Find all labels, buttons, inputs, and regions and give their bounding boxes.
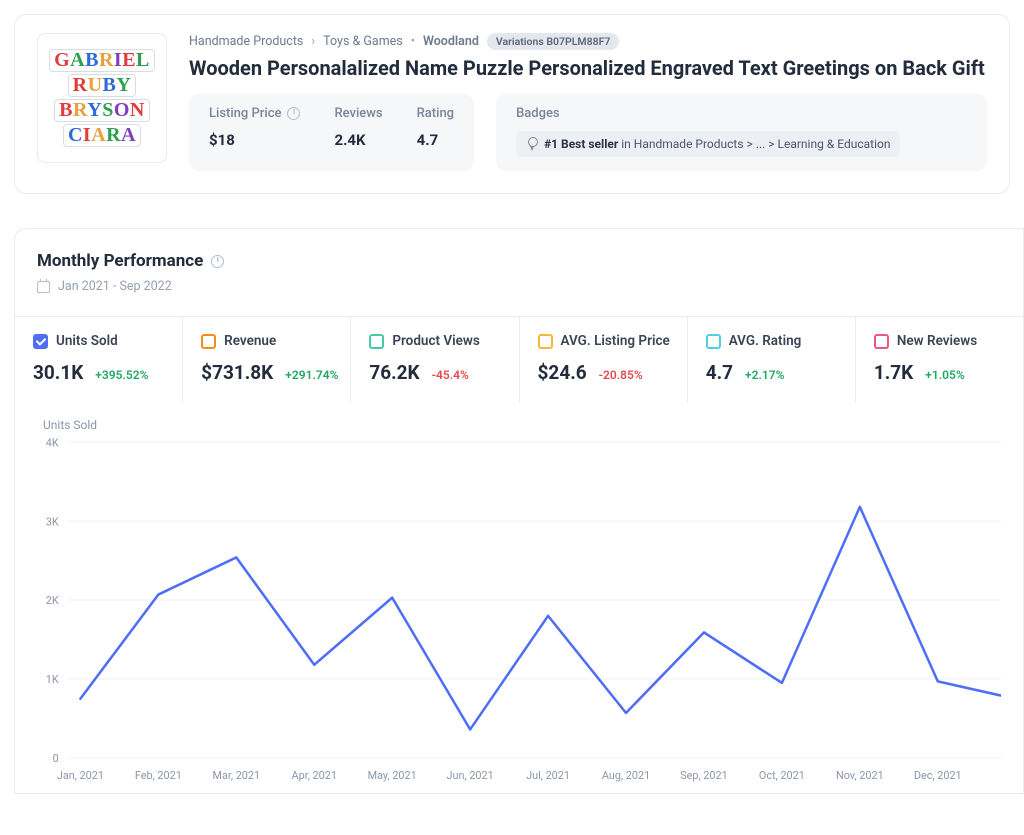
checkbox-icon	[369, 334, 384, 349]
checkbox-icon	[874, 334, 889, 349]
metric-label: AVG. Listing Price	[561, 333, 670, 349]
calendar-icon	[37, 281, 50, 293]
best-seller-badge[interactable]: #1 Best seller in Handmade Products > ..…	[516, 131, 900, 157]
svg-text:0: 0	[53, 752, 59, 765]
checkbox-icon	[538, 334, 553, 349]
variations-badge[interactable]: Variations B07PLM88F7	[487, 33, 619, 50]
svg-text:Dec, 2021: Dec, 2021	[914, 769, 962, 782]
checkbox-icon	[33, 334, 48, 349]
svg-text:Jul, 2021: Jul, 2021	[526, 769, 570, 782]
checkbox-icon	[201, 334, 216, 349]
metric-delta: +291.74%	[285, 368, 338, 382]
badges-box: Badges #1 Best seller in Handmade Produc…	[496, 94, 987, 171]
medal-icon	[526, 137, 538, 151]
metric-delta: +395.52%	[95, 368, 148, 382]
reviews-label: Reviews	[334, 106, 382, 121]
metric-units[interactable]: Units Sold 30.1K +395.52%	[15, 317, 183, 402]
metric-label: AVG. Rating	[729, 333, 802, 349]
metric-label: Units Sold	[56, 333, 118, 349]
svg-text:Oct, 2021: Oct, 2021	[759, 769, 805, 782]
metric-views[interactable]: Product Views 76.2K -45.4%	[351, 317, 519, 402]
svg-text:Jan, 2021: Jan, 2021	[57, 769, 104, 782]
metric-label: New Reviews	[897, 333, 977, 349]
svg-text:May, 2021: May, 2021	[368, 769, 417, 782]
breadcrumb-cat2[interactable]: Toys & Games	[323, 34, 403, 49]
svg-text:Jun, 2021: Jun, 2021	[447, 769, 494, 782]
badges-label: Badges	[516, 106, 900, 121]
breadcrumb-cat1[interactable]: Handmade Products	[189, 34, 303, 49]
units-sold-line-chart: 0 1K 2K 3K 4K Jan, 2021 Feb, 2021 Mar, 2021 Apr,…	[33, 438, 1001, 783]
metric-value: $24.6	[538, 361, 587, 384]
checkbox-icon	[706, 334, 721, 349]
svg-text:3K: 3K	[46, 515, 60, 528]
metric-newrev[interactable]: New Reviews 1.7K +1.05%	[856, 317, 1023, 402]
metric-rating[interactable]: AVG. Rating 4.7 +2.17%	[688, 317, 856, 402]
svg-text:Mar, 2021: Mar, 2021	[212, 769, 260, 782]
metric-rev[interactable]: Revenue $731.8K +291.74%	[183, 317, 351, 402]
metric-delta: -45.4%	[432, 368, 469, 382]
info-icon[interactable]	[287, 107, 300, 120]
svg-text:2K: 2K	[46, 594, 60, 607]
metric-value: 1.7K	[874, 361, 913, 384]
product-header-card: GABRIEL RUBY BRYSON CIARA Handmade Produ…	[14, 14, 1010, 194]
perf-date-range[interactable]: Jan 2021 - Sep 2022	[58, 279, 172, 294]
listing-price-label: Listing Price	[209, 106, 281, 121]
metric-delta: -20.85%	[599, 368, 643, 382]
svg-text:Aug, 2021: Aug, 2021	[602, 769, 650, 782]
metric-value: 76.2K	[369, 361, 419, 384]
breadcrumb: Handmade Products › Toys & Games • Woodl…	[189, 33, 987, 50]
listing-price-value: $18	[209, 131, 300, 149]
metric-price[interactable]: AVG. Listing Price $24.6 -20.85%	[520, 317, 688, 402]
chart-series-label: Units Sold	[43, 418, 1001, 432]
rating-label: Rating	[417, 106, 454, 121]
svg-text:Apr, 2021: Apr, 2021	[292, 769, 337, 782]
metric-label: Revenue	[224, 333, 276, 349]
metric-value: 30.1K	[33, 361, 83, 384]
svg-text:1K: 1K	[46, 673, 60, 686]
metric-label: Product Views	[392, 333, 479, 349]
monthly-performance-panel: Monthly Performance Jan 2021 - Sep 2022 …	[14, 228, 1024, 794]
perf-title: Monthly Performance	[37, 251, 203, 271]
info-icon[interactable]	[211, 255, 224, 268]
reviews-value: 2.4K	[334, 131, 382, 149]
metric-delta: +2.17%	[745, 368, 784, 382]
metric-selector-row: Units Sold 30.1K +395.52% Revenue $731.8K +29…	[15, 316, 1023, 402]
breadcrumb-brand[interactable]: Woodland	[423, 34, 479, 49]
metric-delta: +1.05%	[925, 368, 964, 382]
product-title: Wooden Personalalized Name Puzzle Person…	[189, 56, 987, 80]
quick-stats-box: Listing Price $18 Reviews 2.4K Rating 4.…	[189, 94, 474, 171]
rating-value: 4.7	[417, 131, 454, 149]
svg-text:Nov, 2021: Nov, 2021	[836, 769, 884, 782]
metric-value: 4.7	[706, 361, 733, 384]
svg-text:Sep, 2021: Sep, 2021	[680, 769, 728, 782]
svg-text:4K: 4K	[46, 438, 60, 449]
svg-text:Feb, 2021: Feb, 2021	[135, 769, 182, 782]
metric-value: $731.8K	[201, 361, 273, 384]
product-image: GABRIEL RUBY BRYSON CIARA	[37, 33, 167, 163]
